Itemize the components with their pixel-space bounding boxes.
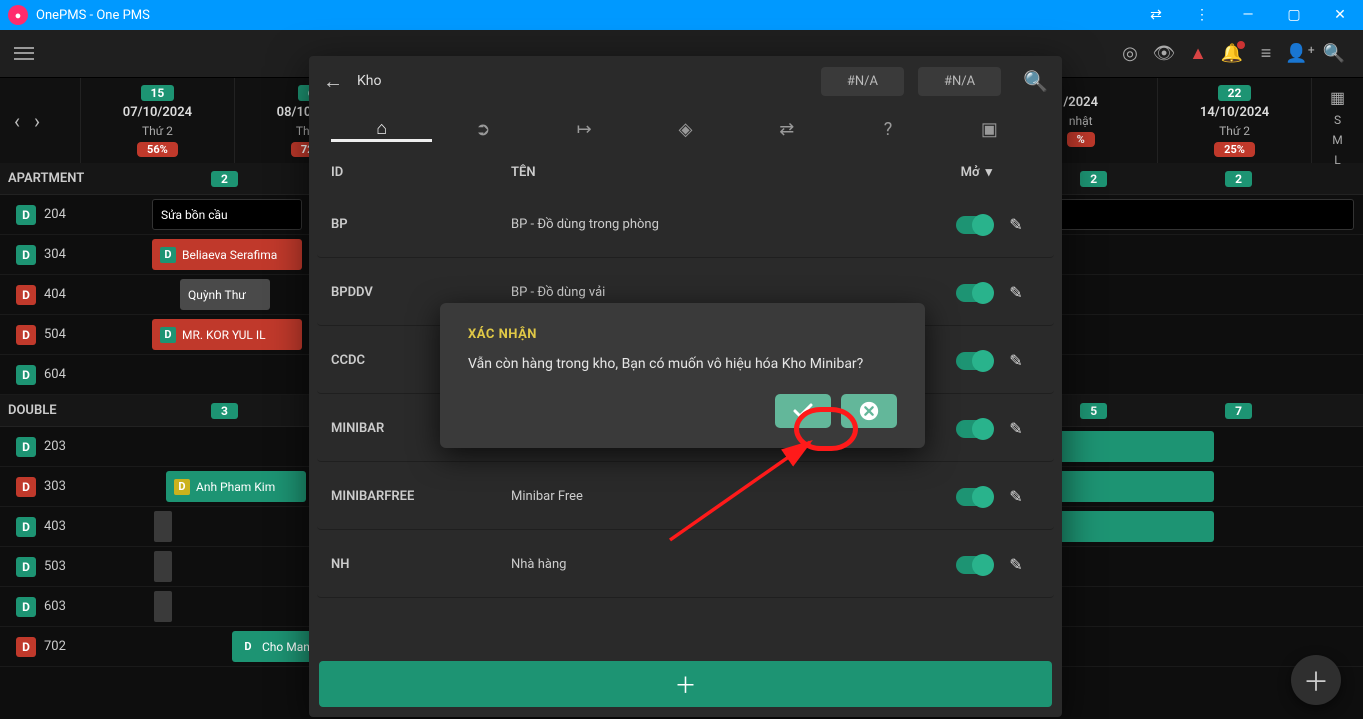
modal-title: XÁC NHẬN (468, 327, 897, 342)
check-icon (791, 399, 815, 423)
confirm-cancel-button[interactable] (841, 394, 897, 428)
modal-buttons (468, 394, 897, 428)
confirm-ok-button[interactable] (775, 394, 831, 428)
confirm-modal: XÁC NHẬN Vẫn còn hàng trong kho, Bạn có … (440, 303, 925, 448)
close-circle-icon (858, 400, 880, 422)
modal-text: Vẫn còn hàng trong kho, Bạn có muốn vô h… (468, 356, 897, 372)
